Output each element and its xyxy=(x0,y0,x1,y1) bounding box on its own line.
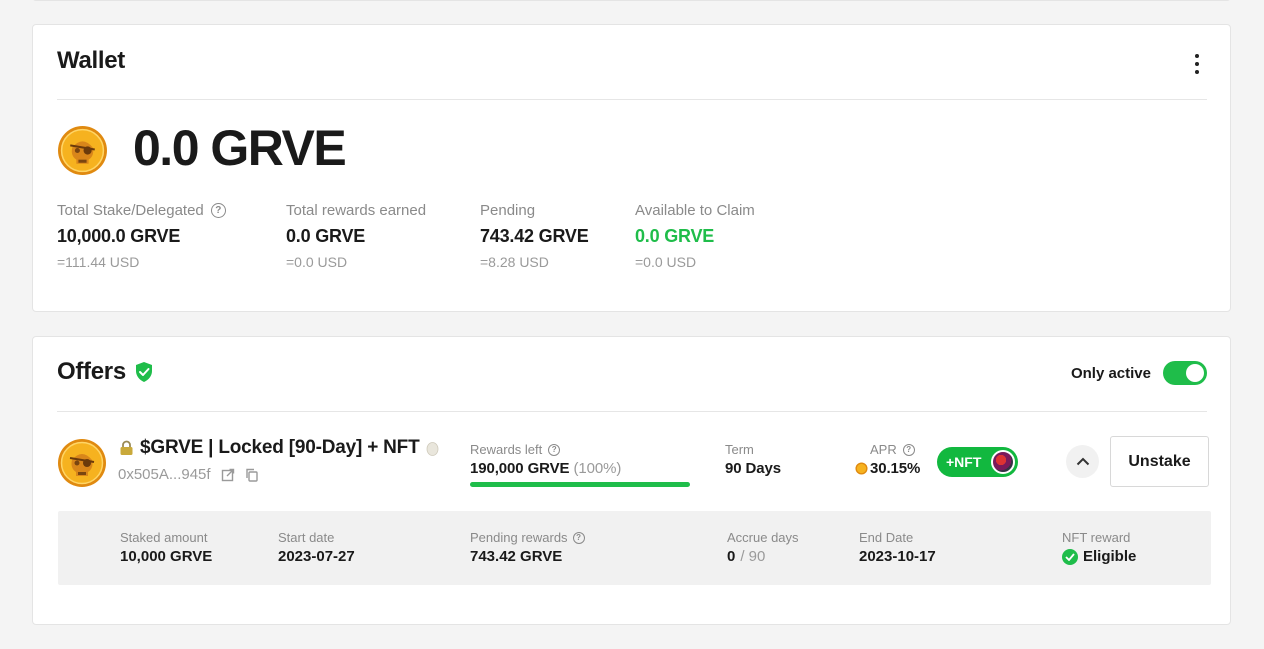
pending-rewards-label: Pending rewards xyxy=(470,530,568,545)
copy-icon[interactable] xyxy=(245,468,259,482)
accrue-days: Accrue days 0/ 90 xyxy=(727,530,799,565)
end-date: End Date 2023-10-17 xyxy=(859,530,936,565)
stat-total-stake: Total Stake/Delegated? 10,000.0 GRVE =11… xyxy=(57,202,226,270)
wallet-balance: 0.0 GRVE xyxy=(133,120,347,176)
previous-card-edge xyxy=(32,0,1231,1)
stat-label: Total Stake/Delegated xyxy=(57,202,204,219)
contract-address-row: 0x505A...945f xyxy=(118,466,259,483)
help-icon[interactable]: ? xyxy=(548,443,561,456)
collapse-button[interactable] xyxy=(1066,445,1099,478)
stat-label: Available to Claim xyxy=(635,202,755,219)
rewards-left-column: Rewards left? 190,000 GRVE (100%) xyxy=(470,442,690,487)
stat-total-rewards: Total rewards earned 0.0 GRVE =0.0 USD xyxy=(286,202,426,270)
stat-value: 743.42 GRVE xyxy=(480,226,589,246)
wallet-card: Wallet 0.0 GRVE Total Stake/Delegated? 1… xyxy=(32,24,1231,312)
check-circle-icon xyxy=(1062,548,1078,565)
pending-rewards-value: 743.42 GRVE xyxy=(470,548,563,565)
stat-available-to-claim: Available to Claim 0.0 GRVE =0.0 USD xyxy=(635,202,755,270)
nft-reward-value: Eligible xyxy=(1083,548,1137,565)
end-date-value: 2023-10-17 xyxy=(859,548,936,565)
stat-value: 10,000.0 GRVE xyxy=(57,226,181,246)
stat-label: Pending xyxy=(480,202,536,219)
rewards-left-percent: (100%) xyxy=(573,460,622,477)
start-date: Start date 2023-07-27 xyxy=(278,530,355,565)
chevron-up-icon xyxy=(1076,457,1089,466)
term-value: 90 Days xyxy=(725,460,782,477)
rewards-left-value: 190,000 GRVE xyxy=(470,460,570,477)
stat-value: 0.0 GRVE xyxy=(286,226,366,246)
accrue-days-done: 0 xyxy=(727,548,736,565)
accrue-days-total: / 90 xyxy=(740,548,766,565)
wallet-title: Wallet xyxy=(57,47,125,74)
nft-bonus-badge[interactable]: +NFT xyxy=(937,447,1018,477)
pending-rewards: Pending rewards? 743.42 GRVE xyxy=(470,530,585,565)
term-column: Term 90 Days xyxy=(725,442,781,477)
staked-amount: Staked amount 10,000 GRVE xyxy=(120,530,212,565)
help-icon[interactable]: ? xyxy=(902,443,915,456)
stat-value: 0.0 GRVE xyxy=(635,226,715,246)
start-date-value: 2023-07-27 xyxy=(278,548,355,565)
help-icon[interactable]: ? xyxy=(210,203,226,218)
verified-shield-icon xyxy=(135,362,152,382)
rewards-left-label: Rewards left xyxy=(470,442,543,457)
stat-label: Total rewards earned xyxy=(286,202,427,219)
egg-icon xyxy=(426,442,438,456)
stat-pending: Pending 743.42 GRVE =8.28 USD xyxy=(480,202,589,270)
staked-amount-value: 10,000 GRVE xyxy=(120,548,213,565)
only-active-toggle[interactable] xyxy=(1163,361,1207,385)
grve-coin-icon xyxy=(58,439,106,487)
offer-name: $GRVE | Locked [90-Day] + NFT xyxy=(140,437,420,458)
offer-title: $GRVE | Locked [90-Day] + NFT xyxy=(119,437,439,459)
apr-column: APR? 30.15% xyxy=(855,442,920,477)
rewards-left-progress xyxy=(470,482,690,487)
contract-address: 0x505A...945f xyxy=(118,466,211,483)
accrue-days-label: Accrue days xyxy=(727,530,799,545)
wallet-divider xyxy=(57,99,1207,100)
start-date-label: Start date xyxy=(278,530,335,545)
stat-usd: =8.28 USD xyxy=(480,254,549,270)
nft-reward-label: NFT reward xyxy=(1062,530,1131,545)
grve-coin-icon xyxy=(58,126,107,175)
term-label: Term xyxy=(725,442,754,457)
nft-badge-label: +NFT xyxy=(946,454,982,470)
offers-card: Offers Only active $GRVE | Locked [90-Da… xyxy=(32,336,1231,625)
stat-usd: =0.0 USD xyxy=(286,254,348,270)
help-icon[interactable]: ? xyxy=(572,531,585,544)
external-link-icon[interactable] xyxy=(221,468,235,482)
apr-value: 30.15% xyxy=(870,460,921,477)
stake-details-panel: Staked amount 10,000 GRVE Start date 202… xyxy=(58,511,1211,585)
only-active-filter: Only active xyxy=(1071,361,1207,385)
end-date-label: End Date xyxy=(859,530,914,545)
more-options-icon[interactable] xyxy=(1194,54,1200,74)
stat-usd: =111.44 USD xyxy=(57,254,140,270)
staked-amount-label: Staked amount xyxy=(120,530,208,545)
offers-title: Offers xyxy=(57,358,126,385)
stat-usd: =0.0 USD xyxy=(635,254,697,270)
offers-divider xyxy=(57,411,1207,412)
nft-reward: NFT reward Eligible xyxy=(1062,530,1136,565)
only-active-label: Only active xyxy=(1070,364,1151,382)
lock-icon xyxy=(120,440,133,455)
grve-coin-small-icon xyxy=(855,462,868,475)
offers-heading: Offers xyxy=(57,358,154,386)
unstake-button[interactable]: Unstake xyxy=(1110,436,1209,487)
nft-thumbnail xyxy=(991,450,1015,474)
apr-label: APR xyxy=(870,442,897,457)
